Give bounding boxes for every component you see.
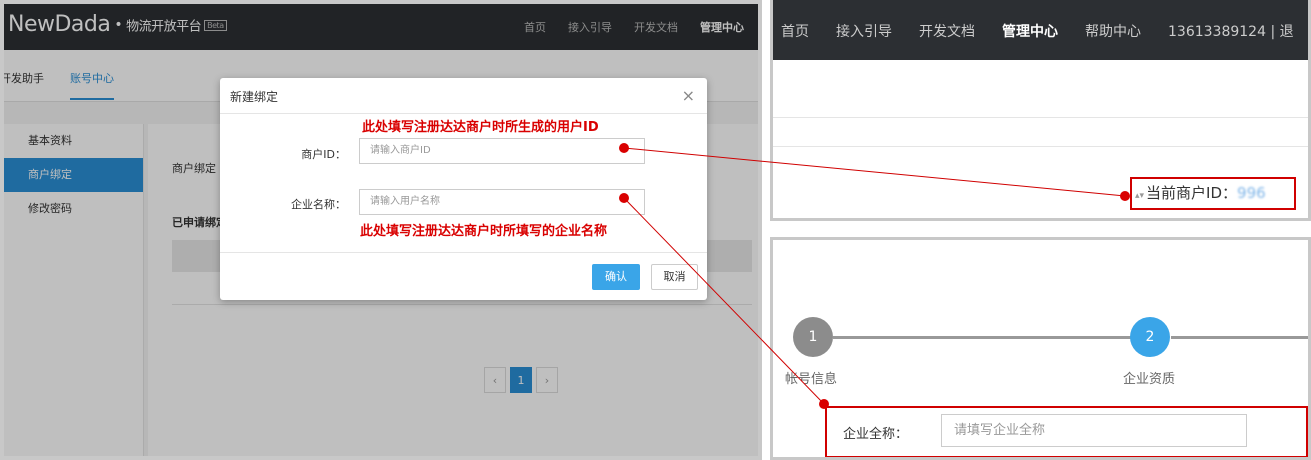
user-account[interactable]: 13613389124 | 退: [1168, 21, 1294, 41]
step-1-label: 帐号信息: [785, 372, 838, 387]
modal-footer-divider: [220, 252, 707, 253]
annotation-company-name: 此处填写注册达达商户时所填写的企业名称: [360, 224, 608, 239]
current-merchant-id-highlight: ▴▾ 当前商户ID：996: [1130, 177, 1296, 210]
new-binding-modal: 新建绑定 × 此处填写注册达达商户时所生成的用户ID 商户ID： 请输入商户ID…: [220, 78, 707, 300]
current-id-label: 当前商户ID：: [1146, 184, 1238, 202]
modal-title: 新建绑定: [230, 90, 279, 104]
sort-icon: ▴▾: [1135, 191, 1145, 201]
nav-guide[interactable]: 接入引导: [836, 21, 892, 41]
cancel-button[interactable]: 取消: [651, 264, 698, 290]
step-1-indicator: 1: [793, 317, 833, 357]
step-2-indicator: 2: [1130, 317, 1170, 357]
company-name-label: 企业名称：: [291, 198, 346, 211]
merchant-id-input[interactable]: 请输入商户ID: [359, 138, 645, 164]
current-id-value: 996: [1237, 184, 1266, 202]
logout-link[interactable]: 退: [1280, 24, 1294, 40]
user-phone: 13613389124: [1168, 24, 1266, 40]
nav-help[interactable]: 帮助中心: [1085, 21, 1141, 41]
divider: [773, 117, 1308, 118]
merchant-id-reference-panel: 首页 接入引导 开发文档 管理中心 帮助中心 13613389124 | 退 ▴…: [770, 0, 1311, 221]
nav-docs[interactable]: 开发文档: [919, 21, 975, 41]
composite-screenshot: NewDada • 物流开放平台 Beta 首页 接入引导 开发文档 管理中心 开发助…: [0, 0, 1311, 460]
separator: |: [1270, 24, 1276, 40]
company-name-input[interactable]: 请输入用户名称: [359, 189, 645, 215]
divider: [773, 146, 1308, 147]
modal-header: 新建绑定 ×: [220, 78, 707, 114]
top-nav: 首页 接入引导 开发文档 管理中心 帮助中心 13613389124 | 退: [781, 21, 1294, 41]
admin-page-panel: NewDada • 物流开放平台 Beta 首页 接入引导 开发文档 管理中心 开发助…: [0, 0, 762, 460]
company-info-reference-panel: 1 2 帐号信息 企业资质 企业全称： 请填写企业全称: [770, 237, 1311, 460]
step-2-label: 企业资质: [1123, 372, 1176, 387]
progress-track: [833, 336, 1133, 339]
top-navbar: 首页 接入引导 开发文档 管理中心 帮助中心 13613389124 | 退: [773, 0, 1308, 60]
close-icon[interactable]: ×: [682, 86, 695, 105]
nav-home[interactable]: 首页: [781, 21, 809, 41]
confirm-button[interactable]: 确认: [592, 264, 640, 290]
company-fullname-label: 企业全称：: [843, 427, 909, 442]
merchant-id-label: 商户ID：: [301, 148, 346, 161]
company-fullname-highlight: 企业全称： 请填写企业全称: [825, 406, 1308, 457]
company-fullname-input[interactable]: 请填写企业全称: [941, 414, 1247, 447]
progress-track: [1171, 336, 1308, 339]
nav-admin[interactable]: 管理中心: [1002, 21, 1058, 41]
annotation-merchant-id: 此处填写注册达达商户时所生成的用户ID: [362, 120, 599, 135]
